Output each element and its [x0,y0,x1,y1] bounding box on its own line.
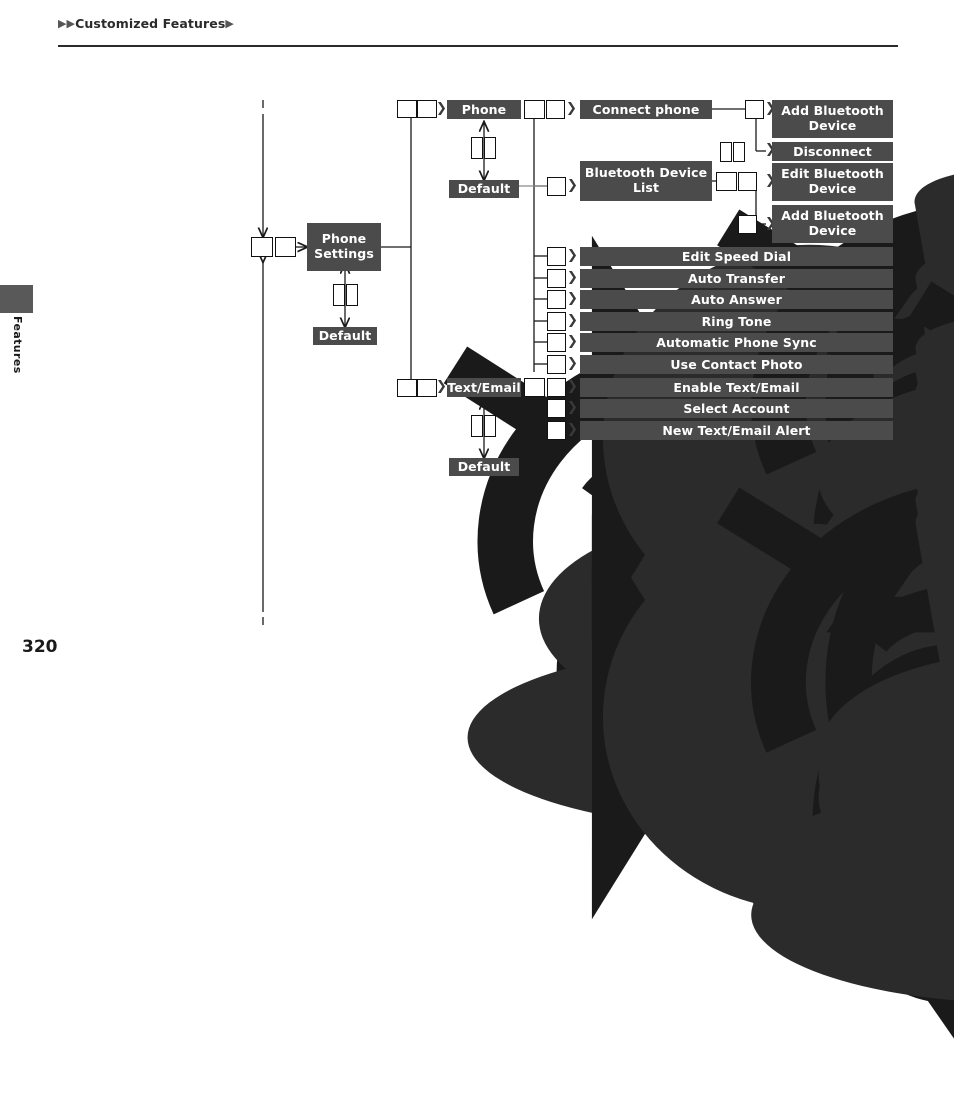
item-new-text-email-alert-label: New Text/Email Alert [662,422,811,438]
select-knob-icon[interactable] [547,177,954,757]
select-knob-icon[interactable] [547,312,954,892]
node-text-email-label: Text/Email [447,379,521,395]
select-knob-icon[interactable] [738,215,954,735]
select-knob-icon[interactable] [547,333,954,913]
select-knob-icon[interactable] [547,269,954,849]
item-edit-speed-dial-label: Edit Speed Dial [681,248,792,264]
node-phone[interactable]: Phone [447,100,521,119]
item-disconnect[interactable]: Disconnect [772,142,893,161]
phone-handset-icon[interactable] [524,378,954,979]
item-add-bluetooth-device-2-label: Add Bluetooth Device [781,208,884,238]
arrow-to-bluetooth-device-list: ❯ [567,178,578,193]
item-auto-transfer[interactable]: Auto Transfer [580,269,893,288]
item-add-bluetooth-device-1-label: Add Bluetooth Device [781,103,884,133]
item-ring-tone-label: Ring Tone [701,313,772,329]
item-connect-phone[interactable]: Connect phone [580,100,712,119]
item-edit-speed-dial[interactable]: Edit Speed Dial [580,247,893,266]
select-knob-icon[interactable] [547,290,954,870]
item-enable-text-email[interactable]: Enable Text/Email [580,378,893,397]
arrow-to-connect-phone: ❯ [566,101,577,116]
item-new-text-email-alert[interactable]: New Text/Email Alert [580,421,893,440]
item-auto-answer[interactable]: Auto Answer [580,290,893,309]
navigation-flow-diagram: Phone Settings Default ❯ Phone Default ❯… [0,0,954,1039]
node-phone-settings-label: Phone Settings [314,231,374,261]
item-disconnect-label: Disconnect [793,143,872,159]
item-edit-bluetooth-device-label: Edit Bluetooth Device [781,166,884,196]
knob-left-icon[interactable] [397,100,954,641]
select-knob-icon[interactable] [275,237,954,829]
item-select-account[interactable]: Select Account [580,399,893,418]
arrow-to-auto-answer: ❯ [567,291,578,306]
item-select-account-label: Select Account [683,400,790,416]
node-phone-label: Phone [461,101,507,117]
arrow-to-new-text-email-alert: ❯ [567,422,578,437]
knob-up-icon[interactable] [471,415,954,1004]
item-automatic-phone-sync-label: Automatic Phone Sync [656,334,817,350]
knob-up-icon[interactable] [471,137,954,726]
arrow-to-edit-speed-dial: ❯ [567,248,578,263]
knob-down-icon[interactable] [484,415,954,1039]
arrow-to-ring-tone: ❯ [567,313,578,328]
knob-right-icon[interactable] [417,379,954,911]
knob-down-icon[interactable] [484,137,954,761]
arrow-to-automatic-phone-sync: ❯ [567,334,578,349]
node-phone-settings[interactable]: Phone Settings [307,223,381,271]
item-add-bluetooth-device-1[interactable]: Add Bluetooth Device [772,100,893,138]
item-bluetooth-device-list-label: Bluetooth Device List [584,165,708,195]
item-enable-text-email-label: Enable Text/Email [673,379,800,395]
arrow-to-auto-transfer: ❯ [567,270,578,285]
node-text-email[interactable]: Text/Email [447,378,521,397]
arrow-to-enable-text-email: ❯ [567,379,578,394]
select-knob-icon[interactable] [547,421,954,1001]
select-knob-icon[interactable] [745,100,954,611]
item-auto-answer-label: Auto Answer [691,291,782,307]
knob-left-icon[interactable] [397,379,954,920]
arrow-to-select-account: ❯ [567,400,578,415]
select-knob-icon[interactable] [547,378,954,958]
select-knob-icon[interactable] [547,399,954,979]
knob-down-icon[interactable] [733,142,745,162]
item-ring-tone[interactable]: Ring Tone [580,312,893,331]
phone-handset-icon[interactable] [251,237,954,843]
item-connect-phone-label: Connect phone [592,101,700,117]
item-add-bluetooth-device-2[interactable]: Add Bluetooth Device [772,205,893,243]
item-bluetooth-device-list[interactable]: Bluetooth Device List [580,161,712,201]
knob-up-icon[interactable] [333,284,948,873]
item-use-contact-photo[interactable]: Use Contact Photo [580,355,893,374]
knob-right-icon[interactable] [417,100,954,632]
phone-handset-icon[interactable] [716,172,954,536]
select-knob-icon[interactable] [547,355,954,935]
item-edit-bluetooth-device[interactable]: Edit Bluetooth Device [772,163,893,201]
arrow-to-text-email-node: ❯ [436,379,447,394]
item-use-contact-photo-label: Use Contact Photo [670,356,803,372]
select-knob-icon[interactable] [738,172,954,692]
item-auto-transfer-label: Auto Transfer [688,270,785,286]
select-knob-icon[interactable] [546,100,954,680]
item-automatic-phone-sync[interactable]: Automatic Phone Sync [580,333,893,352]
phone-handset-icon[interactable] [524,100,954,701]
arrow-to-phone-node: ❯ [436,101,447,116]
knob-up-icon[interactable] [720,142,732,162]
knob-down-icon[interactable] [346,284,954,920]
select-knob-icon[interactable] [547,247,954,827]
arrow-to-use-contact-photo: ❯ [567,356,578,371]
